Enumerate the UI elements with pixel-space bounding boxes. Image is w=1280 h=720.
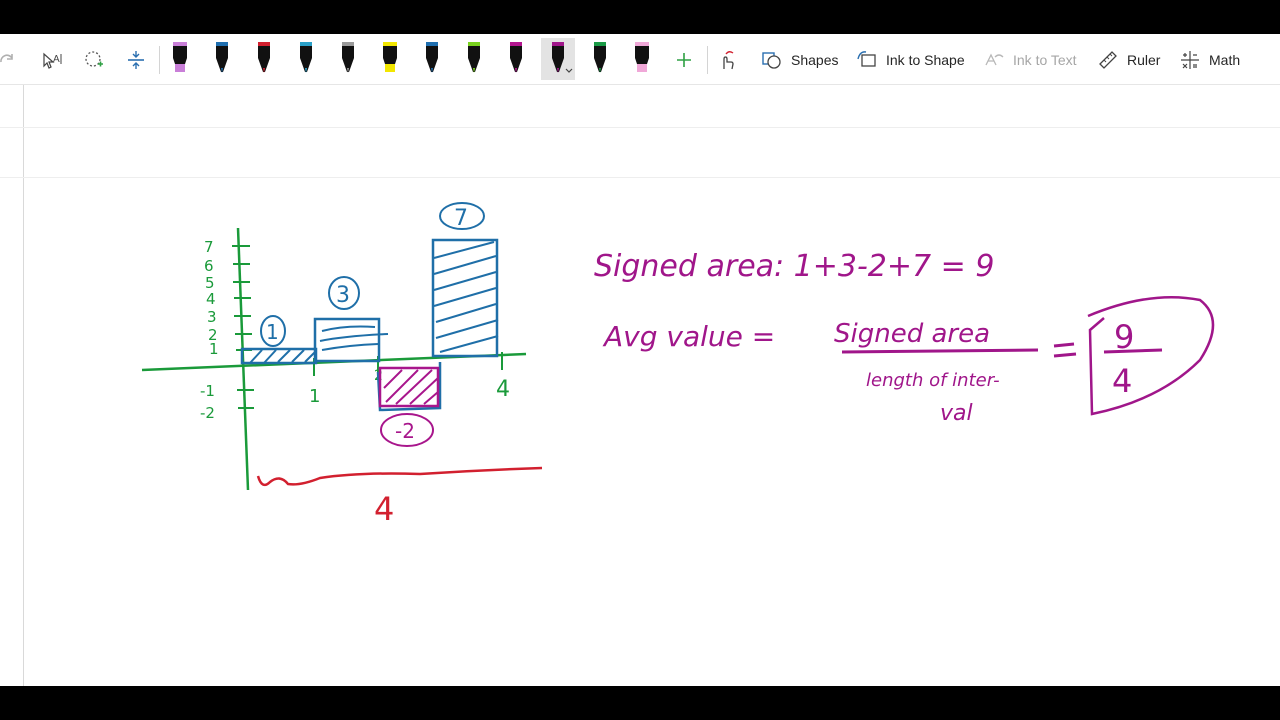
top-black-bar [0,0,1280,34]
interval-length-label: 4 [374,490,394,528]
y-tick-label: 4 [206,290,216,308]
fraction-bar [841,348,1039,354]
equals-sign [1053,342,1077,358]
bar-1-hatch [249,349,316,364]
bar-3-label: -2 [395,419,415,443]
y-tick-label: -2 [200,404,215,422]
signed-area-line: Signed area: 1+3-2+7 = 9 [594,249,994,284]
fraction-denominator-1: length of inter- [866,370,1000,391]
ink-canvas[interactable]: 7 6 5 4 3 2 1 -1 -2 1 2 4 -2 1 3 7 4 Sig… [0,34,1280,652]
bar-1-label: 1 [266,320,279,344]
bottom-black-bar [0,686,1280,720]
bar-value-labels: 1 3 7 [260,202,485,347]
y-tick-label: 7 [204,238,214,256]
y-tick-labels: 7 6 5 4 3 2 1 -1 -2 [200,238,219,422]
fraction-denominator-2: val [940,401,973,426]
negative-area-bar: -2 [378,366,440,447]
note-page[interactable]: 7 6 5 4 3 2 1 -1 -2 1 2 4 -2 1 3 7 4 Sig… [0,85,1280,686]
y-tick-label: 1 [209,340,219,358]
result-fraction-bar [1103,348,1163,354]
result-circle [1087,295,1215,416]
y-tick-label: -1 [200,382,215,400]
bar-2-label: 3 [336,283,350,308]
interval-squiggle [256,466,543,487]
coordinate-axes [141,227,527,491]
x-tick-labels: 1 2 4 [309,368,510,407]
bar-3-hatch [383,369,439,405]
fraction-numerator: Signed area [834,319,990,349]
y-tick-label: 3 [207,308,217,326]
x-tick-label: 4 [496,377,510,402]
x-tick-label: 1 [309,386,320,407]
y-tick-label: 6 [204,257,214,275]
avg-value-label: Avg value = [602,320,775,353]
result-denominator: 4 [1112,362,1132,400]
bar-4-label: 7 [454,206,468,231]
riemann-bars [240,238,499,412]
math-notes: Signed area: 1+3-2+7 = 9 Avg value = Sig… [594,249,1215,426]
onenote-app: A Shapes Ink to Shape Ink to Text Ruler … [0,34,1280,686]
interval-bracket: 4 [256,466,543,528]
bar-4-hatch [433,241,499,353]
